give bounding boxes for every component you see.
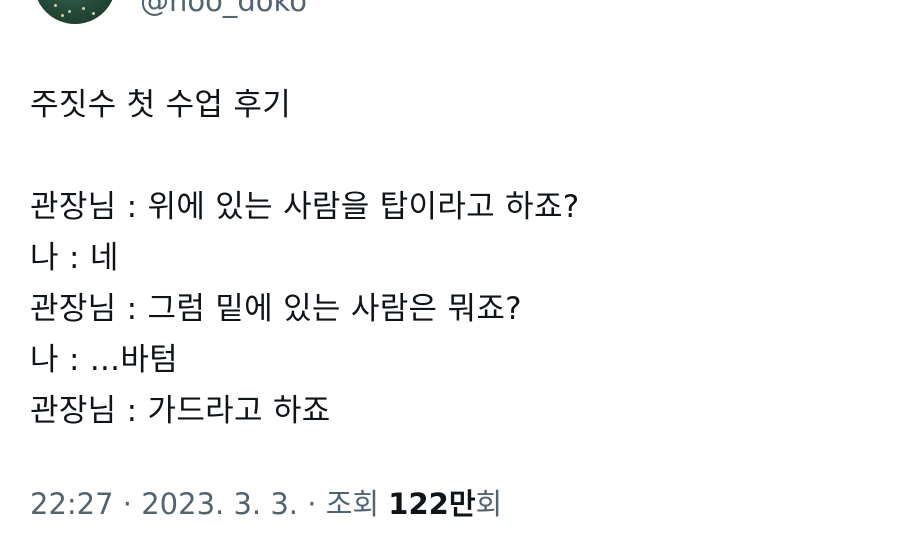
avatar-sparkle bbox=[54, 4, 57, 7]
views-count: 122만 bbox=[388, 487, 476, 521]
tweet-meta: 22:27 · 2023. 3. 3. · 조회 122만회 bbox=[30, 484, 502, 524]
tweet-time[interactable]: 22:27 bbox=[30, 487, 114, 521]
dialogue-line: 관장님 : 그럼 밑에 있는 사람은 뭐죠? bbox=[30, 291, 522, 327]
tweet-date[interactable]: 2023. 3. 3. bbox=[141, 487, 298, 521]
user-handle[interactable]: @noo_doko bbox=[140, 0, 307, 18]
avatar-sparkle bbox=[68, 10, 71, 13]
dialogue-line: 관장님 : 위에 있는 사람을 탑이라고 하죠? bbox=[30, 189, 580, 225]
dialogue-line: 관장님 : 가드라고 하죠 bbox=[30, 393, 331, 429]
dialogue-line: 나 : 네 bbox=[30, 240, 119, 276]
tweet-card: @noo_doko 주짓수 첫 수업 후기 관장님 : 위에 있는 사람을 탑이… bbox=[0, 0, 900, 533]
views-label: 조회 bbox=[325, 487, 380, 521]
avatar-sparkle bbox=[92, 12, 95, 15]
meta-separator: · bbox=[122, 487, 133, 521]
tweet-title: 주짓수 첫 수업 후기 bbox=[30, 87, 292, 123]
dialogue-line: 나 : ...바텀 bbox=[30, 342, 178, 378]
views-suffix: 회 bbox=[475, 487, 503, 521]
avatar[interactable] bbox=[34, 0, 116, 24]
meta-separator: · bbox=[307, 487, 317, 521]
tweet-text: 주짓수 첫 수업 후기 관장님 : 위에 있는 사람을 탑이라고 하죠? 나 :… bbox=[30, 80, 870, 437]
avatar-sparkle bbox=[61, 14, 64, 17]
avatar-sparkle bbox=[82, 7, 85, 10]
